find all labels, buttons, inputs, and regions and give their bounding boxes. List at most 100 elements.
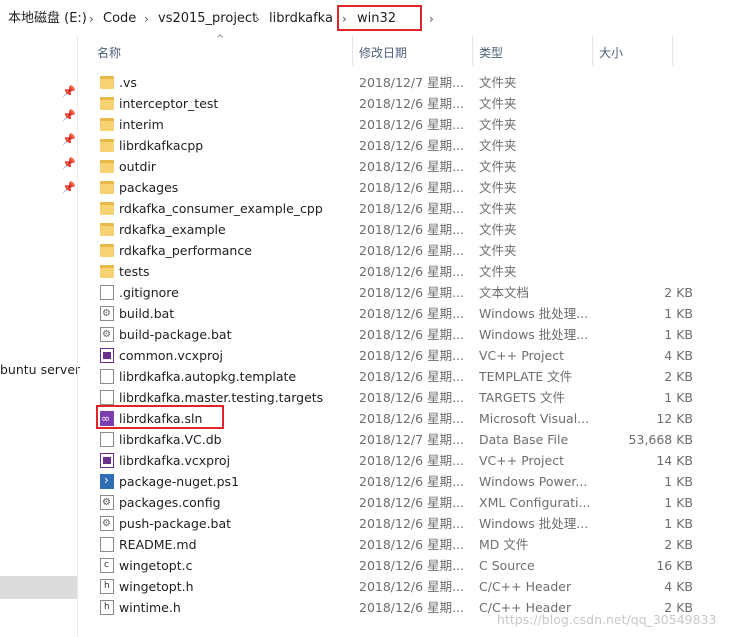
file-row[interactable]: packages.config 2018/12/6 星期... XML Config… — [78, 492, 751, 513]
file-size: 14 KB — [656, 453, 693, 468]
file-type: TEMPLATE 文件 — [479, 369, 573, 384]
column-header-type[interactable]: 类型 — [479, 44, 503, 61]
file-row[interactable]: wingetopt.c 2018/12/6 星期... C Source 16 KB — [78, 555, 751, 576]
nav-item-ubuntu-server[interactable]: buntu server — [0, 362, 80, 377]
file-row[interactable]: tests 2018/12/6 星期... 文件夹 — [78, 261, 751, 282]
vcxproj-icon — [100, 453, 114, 468]
file-row[interactable]: README.md 2018/12/6 星期... MD 文件 2 KB — [78, 534, 751, 555]
file-row[interactable]: wingetopt.h 2018/12/6 星期... C/C++ Header 4 … — [78, 576, 751, 597]
file-type: Windows 批处理... — [479, 306, 589, 321]
file-row[interactable]: librdkafka.vcxproj 2018/12/6 星期... VC++ Pr… — [78, 450, 751, 471]
column-divider[interactable] — [672, 36, 673, 66]
file-name: rdkafka_example — [119, 222, 226, 237]
breadcrumb-drive[interactable]: 本地磁盘 (E:) — [8, 6, 87, 32]
file-date-modified: 2018/12/6 星期... — [359, 306, 464, 321]
file-date-modified: 2018/12/6 星期... — [359, 96, 464, 111]
file-date-modified: 2018/12/6 星期... — [359, 117, 464, 132]
highlight-box-sln — [96, 405, 224, 429]
column-header-name[interactable]: 名称 — [97, 44, 121, 61]
file-size: 12 KB — [656, 411, 693, 426]
folder-icon — [100, 223, 114, 236]
file-type: 文件夹 — [479, 180, 517, 195]
file-date-modified: 2018/12/6 星期... — [359, 180, 464, 195]
breadcrumb-vs2015-project[interactable]: vs2015_project — [158, 6, 257, 32]
file-date-modified: 2018/12/6 星期... — [359, 474, 464, 489]
file-name: push-package.bat — [119, 516, 232, 531]
file-type: C/C++ Header — [479, 579, 572, 594]
breadcrumb-code[interactable]: Code — [103, 6, 136, 32]
pin-icon[interactable]: 📌 — [62, 86, 76, 98]
config-file-icon — [100, 492, 114, 513]
pin-icon[interactable]: 📌 — [62, 158, 76, 170]
column-header-date[interactable]: 修改日期 — [359, 44, 407, 61]
file-row[interactable]: librdkafkacpp 2018/12/6 星期... 文件夹 — [78, 135, 751, 156]
folder-icon — [100, 139, 114, 152]
file-name: packages.config — [119, 495, 221, 510]
file-date-modified: 2018/12/6 星期... — [359, 558, 464, 573]
file-name: build.bat — [119, 306, 175, 321]
file-date-modified: 2018/12/6 星期... — [359, 516, 464, 531]
file-name: wintime.h — [119, 600, 181, 615]
powershell-icon — [100, 470, 114, 491]
file-row[interactable]: .vs 2018/12/7 星期... 文件夹 — [78, 72, 751, 93]
file-row[interactable]: librdkafka.autopkg.template 2018/12/6 星期.… — [78, 366, 751, 387]
file-date-modified: 2018/12/6 星期... — [359, 348, 464, 363]
breadcrumb: 本地磁盘 (E:) › Code › vs2015_project › libr… — [0, 5, 751, 32]
file-row[interactable]: common.vcxproj 2018/12/6 星期... VC++ Projec… — [78, 345, 751, 366]
file-size: 53,668 KB — [628, 432, 693, 447]
header-file-icon — [100, 597, 114, 618]
file-date-modified: 2018/12/6 星期... — [359, 579, 464, 594]
file-row[interactable]: librdkafka.VC.db 2018/12/7 星期... Data Base… — [78, 429, 751, 450]
chevron-right-icon[interactable]: › — [89, 6, 94, 32]
file-row[interactable]: outdir 2018/12/6 星期... 文件夹 — [78, 156, 751, 177]
chevron-right-icon[interactable]: › — [429, 6, 434, 32]
file-row[interactable]: rdkafka_performance 2018/12/6 星期... 文件夹 — [78, 240, 751, 261]
file-size: 4 KB — [664, 348, 693, 363]
column-divider[interactable] — [352, 36, 353, 66]
file-row[interactable]: interceptor_test 2018/12/6 星期... 文件夹 — [78, 93, 751, 114]
file-row[interactable]: .gitignore 2018/12/6 星期... 文本文档 2 KB — [78, 282, 751, 303]
file-name: tests — [119, 264, 150, 279]
column-header-row: ^ 名称 修改日期 类型 大小 — [78, 34, 751, 68]
file-date-modified: 2018/12/7 星期... — [359, 432, 464, 447]
column-divider[interactable] — [472, 36, 473, 66]
file-date-modified: 2018/12/6 星期... — [359, 138, 464, 153]
file-type: Windows 批处理... — [479, 516, 589, 531]
file-date-modified: 2018/12/6 星期... — [359, 453, 464, 468]
file-size: 1 KB — [664, 474, 693, 489]
file-row[interactable]: rdkafka_example 2018/12/6 星期... 文件夹 — [78, 219, 751, 240]
folder-icon — [100, 265, 114, 278]
file-type: 文件夹 — [479, 138, 517, 153]
file-type: XML Configurati... — [479, 495, 591, 510]
file-icon — [100, 390, 114, 405]
folder-icon — [100, 160, 114, 173]
chevron-right-icon[interactable]: › — [144, 6, 149, 32]
chevron-right-icon[interactable]: › — [255, 6, 260, 32]
pin-icon[interactable]: 📌 — [62, 134, 76, 146]
file-size: 1 KB — [664, 516, 693, 531]
batch-file-icon — [100, 303, 114, 324]
breadcrumb-librdkafka[interactable]: librdkafka — [269, 6, 333, 32]
file-row[interactable]: build-package.bat 2018/12/6 星期... Windows … — [78, 324, 751, 345]
file-type: 文件夹 — [479, 264, 517, 279]
column-divider[interactable] — [592, 36, 593, 66]
folder-icon — [100, 244, 114, 257]
file-date-modified: 2018/12/6 星期... — [359, 390, 464, 405]
file-row[interactable]: package-nuget.ps1 2018/12/6 星期... Windows … — [78, 470, 751, 492]
pin-icon[interactable]: 📌 — [62, 110, 76, 122]
column-header-size[interactable]: 大小 — [599, 44, 623, 61]
file-row[interactable]: push-package.bat 2018/12/6 星期... Windows 批… — [78, 513, 751, 534]
file-row[interactable]: interim 2018/12/6 星期... 文件夹 — [78, 114, 751, 135]
file-date-modified: 2018/12/6 星期... — [359, 411, 464, 426]
pin-icon[interactable]: 📌 — [62, 182, 76, 194]
nav-item-selected[interactable] — [0, 576, 77, 599]
file-name: wingetopt.h — [119, 579, 194, 594]
file-name: common.vcxproj — [119, 348, 224, 363]
navigation-pane[interactable]: 📌 📌 📌 📌 📌 buntu server — [0, 36, 80, 637]
file-type: 文件夹 — [479, 75, 517, 90]
file-row[interactable]: build.bat 2018/12/6 星期... Windows 批处理... 1 … — [78, 303, 751, 324]
file-row[interactable]: rdkafka_consumer_example_cpp 2018/12/6 星期… — [78, 198, 751, 219]
file-row[interactable]: packages 2018/12/6 星期... 文件夹 — [78, 177, 751, 198]
file-name: rdkafka_performance — [119, 243, 252, 258]
file-name: README.md — [119, 537, 197, 552]
